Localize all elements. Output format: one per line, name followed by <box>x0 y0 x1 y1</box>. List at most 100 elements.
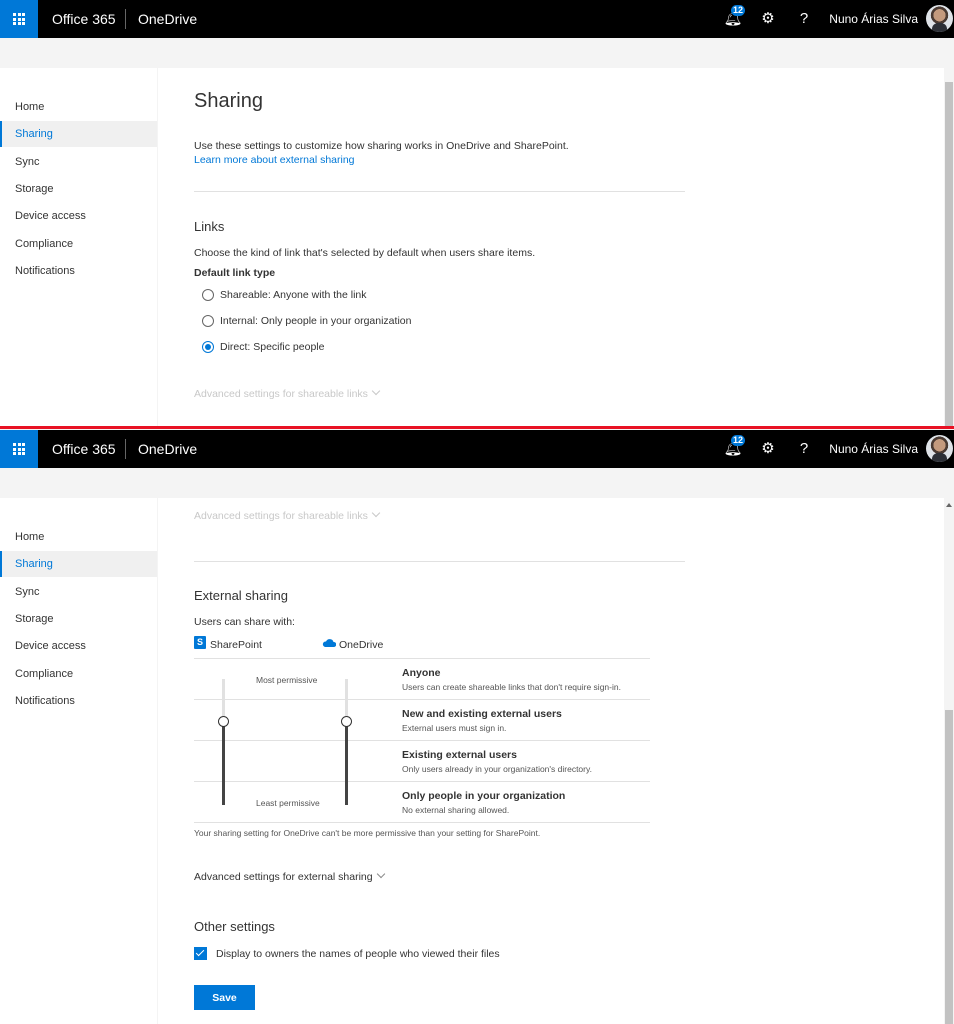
most-permissive-label: Most permissive <box>256 675 318 685</box>
help-icon[interactable]: ? <box>793 430 815 468</box>
main-content <box>158 498 944 1024</box>
learn-more-link[interactable]: Learn more about external sharing <box>194 154 355 166</box>
nav-item-notifications[interactable]: Notifications <box>0 688 157 714</box>
settings-view-bottom: Home Sharing Sync Storage Device access … <box>0 498 954 1024</box>
external-sharing-heading: External sharing <box>194 588 288 603</box>
sharepoint-slider-thumb[interactable] <box>218 716 229 727</box>
nav-item-device-access[interactable]: Device access <box>0 633 157 659</box>
avatar[interactable] <box>926 435 953 462</box>
level-existing-title: Existing external users <box>402 749 517 761</box>
suite-header: Office 365 OneDrive 🔔︎ 12 ⚙ ? Nuno Árias… <box>0 0 954 38</box>
app-launcher-button[interactable] <box>0 0 38 38</box>
chevron-down-icon <box>371 386 381 396</box>
nav-item-home[interactable]: Home <box>0 94 157 120</box>
level-divider <box>194 740 650 741</box>
level-divider <box>194 822 650 823</box>
nav-item-sharing[interactable]: Sharing <box>0 551 157 577</box>
gear-icon[interactable]: ⚙ <box>757 430 779 468</box>
avatar[interactable] <box>926 5 953 32</box>
app-launcher-button[interactable] <box>0 430 38 468</box>
app-name[interactable]: OneDrive <box>138 11 197 27</box>
users-can-share-label: Users can share with: <box>194 616 295 628</box>
radio-shareable-label[interactable]: Shareable: Anyone with the link <box>220 289 367 301</box>
links-heading: Links <box>194 219 225 234</box>
level-internal-title: Only people in your organization <box>402 790 566 802</box>
intro-text: Use these settings to customize how shar… <box>194 140 569 152</box>
links-description: Choose the kind of link that's selected … <box>194 247 536 259</box>
app-name[interactable]: OneDrive <box>138 441 197 457</box>
scrollbar[interactable] <box>944 498 954 1024</box>
nav-item-compliance[interactable]: Compliance <box>0 231 157 257</box>
onedrive-slider-thumb[interactable] <box>341 716 352 727</box>
sharing-note: Your sharing setting for OneDrive can't … <box>194 828 541 838</box>
scrollbar-thumb[interactable] <box>945 710 953 1024</box>
scrollbar[interactable] <box>944 68 954 426</box>
level-anyone-desc: Users can create shareable links that do… <box>402 682 621 692</box>
chevron-down-icon <box>376 869 385 879</box>
nav-item-home[interactable]: Home <box>0 524 157 550</box>
user-name[interactable]: Nuno Árias Silva <box>829 12 918 26</box>
radio-shareable[interactable] <box>202 289 214 301</box>
nav-item-compliance[interactable]: Compliance <box>0 661 157 687</box>
settings-view-top: Home Sharing Sync Storage Device access … <box>0 68 954 426</box>
level-divider <box>194 699 650 700</box>
advanced-shareable-links-label: Advanced settings for shareable links <box>194 388 368 400</box>
level-anyone-title: Anyone <box>402 667 441 679</box>
onedrive-label: OneDrive <box>339 639 384 651</box>
show-viewers-checkbox[interactable] <box>194 947 207 960</box>
nav-item-sync[interactable]: Sync <box>0 149 157 175</box>
onedrive-slider-track-active <box>345 721 348 805</box>
nav-item-device-access[interactable]: Device access <box>0 203 157 229</box>
user-name[interactable]: Nuno Árias Silva <box>829 442 918 456</box>
advanced-external-sharing-toggle[interactable]: Advanced settings for external sharing <box>194 869 385 883</box>
waffle-icon <box>13 443 25 455</box>
advanced-shareable-links-toggle[interactable]: Advanced settings for shareable links <box>194 508 381 522</box>
show-viewers-label[interactable]: Display to owners the names of people wh… <box>216 948 500 960</box>
suite-name[interactable]: Office 365 <box>52 11 116 27</box>
onedrive-slider-track-inactive <box>345 679 348 721</box>
scrollbar-thumb[interactable] <box>945 82 953 426</box>
section-divider <box>194 191 685 192</box>
notification-count-badge: 12 <box>731 435 746 446</box>
screenshot-separator <box>0 426 954 429</box>
advanced-shareable-links-toggle[interactable]: Advanced settings for shareable links <box>194 386 381 400</box>
gear-icon[interactable]: ⚙ <box>757 0 779 38</box>
nav-item-sharing[interactable]: Sharing <box>0 121 157 147</box>
sharepoint-slider-track-active <box>222 721 225 805</box>
sharepoint-label: SharePoint <box>210 639 262 651</box>
radio-internal[interactable] <box>202 315 214 327</box>
least-permissive-label: Least permissive <box>256 798 320 808</box>
nav-item-storage[interactable]: Storage <box>0 176 157 202</box>
page-title: Sharing <box>194 90 263 112</box>
sharepoint-slider-track-inactive <box>222 679 225 721</box>
other-settings-heading: Other settings <box>194 919 275 934</box>
advanced-external-sharing-label: Advanced settings for external sharing <box>194 871 373 883</box>
advanced-shareable-links-label: Advanced settings for shareable links <box>194 510 368 522</box>
level-existing-desc: Only users already in your organization'… <box>402 764 592 774</box>
level-divider <box>194 658 650 659</box>
radio-internal-label[interactable]: Internal: Only people in your organizati… <box>220 315 411 327</box>
brand-divider <box>125 439 126 459</box>
level-new-existing-desc: External users must sign in. <box>402 723 507 733</box>
level-divider <box>194 781 650 782</box>
nav-item-storage[interactable]: Storage <box>0 606 157 632</box>
default-link-type-label: Default link type <box>194 267 276 279</box>
scroll-up-arrow-icon[interactable] <box>946 503 952 507</box>
nav-item-notifications[interactable]: Notifications <box>0 258 157 284</box>
help-icon[interactable]: ? <box>793 0 815 38</box>
save-button[interactable]: Save <box>194 985 255 1010</box>
left-navigation: Home Sharing Sync Storage Device access … <box>0 68 157 426</box>
radio-direct-label[interactable]: Direct: Specific people <box>220 341 324 353</box>
suite-header: Office 365 OneDrive 🔔︎ 12 ⚙ ? Nuno Árias… <box>0 430 954 468</box>
suite-name[interactable]: Office 365 <box>52 441 116 457</box>
sharepoint-logo-icon: S <box>194 636 206 649</box>
waffle-icon <box>13 13 25 25</box>
notification-count-badge: 12 <box>731 5 746 16</box>
nav-item-sync[interactable]: Sync <box>0 579 157 605</box>
level-internal-desc: No external sharing allowed. <box>402 805 510 815</box>
radio-direct[interactable] <box>202 341 214 353</box>
onedrive-logo-icon <box>322 639 336 647</box>
brand-divider <box>125 9 126 29</box>
chevron-down-icon <box>371 508 381 518</box>
section-divider <box>194 561 685 562</box>
